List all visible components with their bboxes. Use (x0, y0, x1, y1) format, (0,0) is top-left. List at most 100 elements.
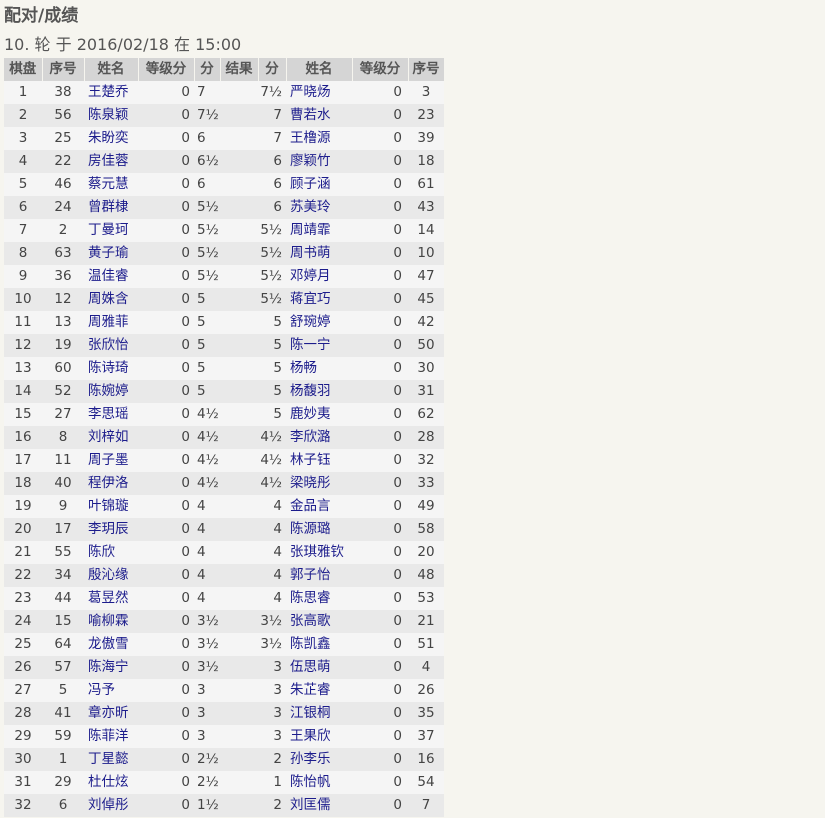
white-name[interactable]: 殷沁缘 (84, 564, 138, 587)
white-name[interactable]: 陈婉婷 (84, 380, 138, 403)
white-name[interactable]: 蔡元慧 (84, 173, 138, 196)
white-name[interactable]: 程伊洛 (84, 472, 138, 495)
black-rating: 0 (352, 702, 408, 725)
black-points: 6 (258, 150, 286, 173)
white-seed: 2 (42, 219, 84, 242)
black-name[interactable]: 严晓炀 (286, 81, 352, 104)
board-number: 3 (4, 127, 42, 150)
table-row: 23 44 葛昱然 0 4 4 陈思睿 0 53 (4, 587, 444, 610)
black-name[interactable]: 郭子怡 (286, 564, 352, 587)
black-name[interactable]: 舒琬婷 (286, 311, 352, 334)
table-row: 11 13 周雅菲 0 5 5 舒琬婷 0 42 (4, 311, 444, 334)
white-name[interactable]: 杜仕炫 (84, 771, 138, 794)
black-name[interactable]: 邓婷月 (286, 265, 352, 288)
white-name[interactable]: 周姝含 (84, 288, 138, 311)
black-name[interactable]: 陈凯鑫 (286, 633, 352, 656)
black-name[interactable]: 周靖霏 (286, 219, 352, 242)
board-number: 24 (4, 610, 42, 633)
black-name[interactable]: 杨畅 (286, 357, 352, 380)
white-name[interactable]: 丁曼珂 (84, 219, 138, 242)
white-name[interactable]: 葛昱然 (84, 587, 138, 610)
white-name[interactable]: 冯予 (84, 679, 138, 702)
black-seed: 10 (408, 242, 444, 265)
white-name[interactable]: 叶锦璇 (84, 495, 138, 518)
black-name[interactable]: 蒋宜巧 (286, 288, 352, 311)
black-name[interactable]: 金品言 (286, 495, 352, 518)
white-name[interactable]: 章亦昕 (84, 702, 138, 725)
white-name[interactable]: 曾群棣 (84, 196, 138, 219)
black-rating: 0 (352, 449, 408, 472)
white-name[interactable]: 陈欣 (84, 541, 138, 564)
white-name[interactable]: 房佳蓉 (84, 150, 138, 173)
black-name[interactable]: 苏美玲 (286, 196, 352, 219)
black-points: 7 (258, 104, 286, 127)
table-header-row: 棋盘 序号 姓名 等级分 分 结果 分 姓名 等级分 序号 (4, 58, 445, 81)
white-name[interactable]: 陈泉颖 (84, 104, 138, 127)
white-name[interactable]: 刘倬彤 (84, 794, 138, 817)
black-name[interactable]: 梁晓彤 (286, 472, 352, 495)
black-name[interactable]: 陈怡帆 (286, 771, 352, 794)
white-name[interactable]: 龙傲雪 (84, 633, 138, 656)
white-seed: 57 (42, 656, 84, 679)
white-name[interactable]: 黄子瑜 (84, 242, 138, 265)
white-name[interactable]: 陈海宁 (84, 656, 138, 679)
white-name[interactable]: 李玥辰 (84, 518, 138, 541)
white-points: 5 (194, 311, 220, 334)
black-name[interactable]: 廖颖竹 (286, 150, 352, 173)
black-rating: 0 (352, 725, 408, 748)
white-name[interactable]: 温佳睿 (84, 265, 138, 288)
black-name[interactable]: 王果欣 (286, 725, 352, 748)
header-board: 棋盘 (4, 58, 43, 81)
black-name[interactable]: 朱芷睿 (286, 679, 352, 702)
result (220, 196, 258, 219)
white-name[interactable]: 丁星懿 (84, 748, 138, 771)
black-rating: 0 (352, 334, 408, 357)
white-name[interactable]: 李思瑶 (84, 403, 138, 426)
black-seed: 30 (408, 357, 444, 380)
board-number: 18 (4, 472, 42, 495)
black-name[interactable]: 陈源璐 (286, 518, 352, 541)
black-points: 3 (258, 679, 286, 702)
black-name[interactable]: 陈思睿 (286, 587, 352, 610)
white-seed: 63 (42, 242, 84, 265)
white-name[interactable]: 陈菲洋 (84, 725, 138, 748)
table-row: 9 36 温佳睿 0 5½ 5½ 邓婷月 0 47 (4, 265, 444, 288)
black-rating: 0 (352, 311, 408, 334)
black-name[interactable]: 鹿妙夷 (286, 403, 352, 426)
black-name[interactable]: 林子钰 (286, 449, 352, 472)
black-name[interactable]: 陈一宁 (286, 334, 352, 357)
black-name[interactable]: 江银桐 (286, 702, 352, 725)
white-name[interactable]: 张欣怡 (84, 334, 138, 357)
table-row: 21 55 陈欣 0 4 4 张琪雅钦 0 20 (4, 541, 444, 564)
result (220, 81, 258, 104)
white-rating: 0 (138, 104, 194, 127)
black-points: 4 (258, 564, 286, 587)
black-name[interactable]: 张琪雅钦 (286, 541, 352, 564)
black-name[interactable]: 孙李乐 (286, 748, 352, 771)
white-name[interactable]: 刘梓如 (84, 426, 138, 449)
white-name[interactable]: 朱盼奕 (84, 127, 138, 150)
black-name[interactable]: 伍思萌 (286, 656, 352, 679)
black-points: 5 (258, 380, 286, 403)
white-name[interactable]: 周雅菲 (84, 311, 138, 334)
black-name[interactable]: 顾子涵 (286, 173, 352, 196)
black-name[interactable]: 周书萌 (286, 242, 352, 265)
white-name[interactable]: 喻柳霖 (84, 610, 138, 633)
black-name[interactable]: 王橹源 (286, 127, 352, 150)
white-name[interactable]: 周子墨 (84, 449, 138, 472)
header-rating-2: 等级分 (352, 58, 409, 81)
white-name[interactable]: 王楚乔 (84, 81, 138, 104)
table-row: 26 57 陈海宁 0 3½ 3 伍思萌 0 4 (4, 656, 444, 679)
header-name-2: 姓名 (286, 58, 353, 81)
board-number: 27 (4, 679, 42, 702)
black-rating: 0 (352, 518, 408, 541)
black-seed: 33 (408, 472, 444, 495)
black-rating: 0 (352, 196, 408, 219)
table-row: 17 11 周子墨 0 4½ 4½ 林子钰 0 32 (4, 449, 444, 472)
black-name[interactable]: 张高歌 (286, 610, 352, 633)
white-name[interactable]: 陈诗琦 (84, 357, 138, 380)
black-name[interactable]: 曹若水 (286, 104, 352, 127)
black-name[interactable]: 杨馥羽 (286, 380, 352, 403)
black-name[interactable]: 刘匡儒 (286, 794, 352, 817)
black-name[interactable]: 李欣潞 (286, 426, 352, 449)
